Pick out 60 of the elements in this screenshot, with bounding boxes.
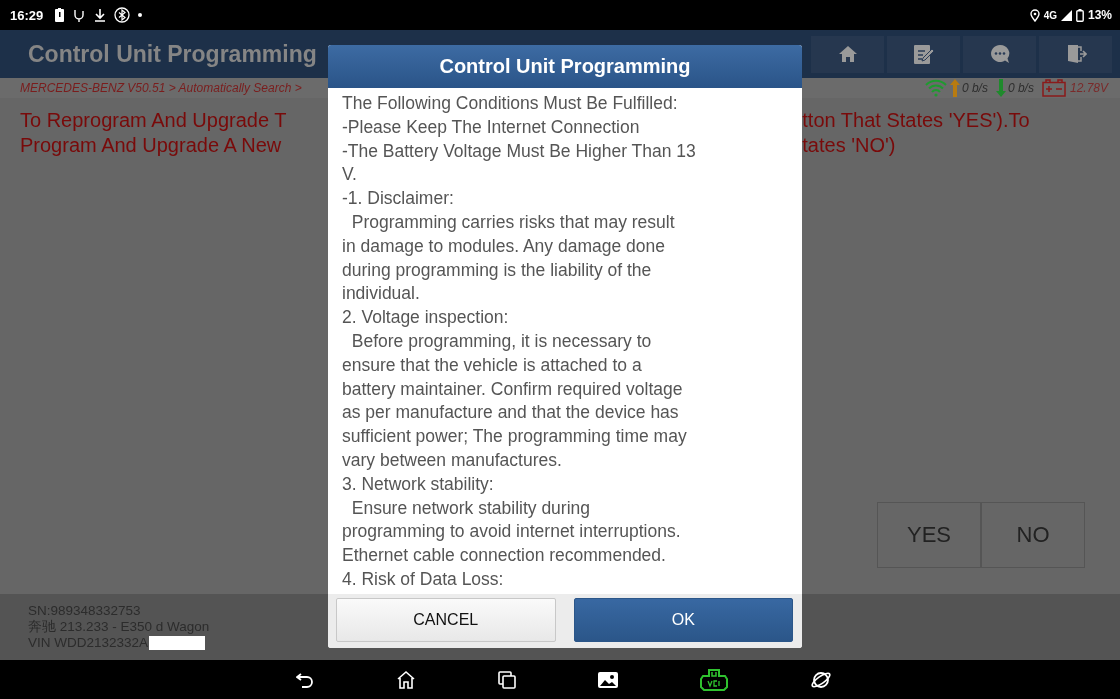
chat-button[interactable] [963,35,1036,73]
dialog-text-line: -The Battery Voltage Must Be Higher Than 13 [342,139,697,163]
dialog-text-line: 2. Voltage inspection: [342,306,510,330]
chat-icon [988,43,1011,65]
edit-icon [912,43,935,65]
gallery-icon[interactable] [598,671,618,688]
dialog-text-line: -1. Disclaimer: [342,187,455,211]
home-button[interactable] [811,35,884,73]
back-icon[interactable] [296,671,314,688]
dialog-text-line: as per manufacture and that the device has [342,401,680,425]
dialog-text-line: Ethernet cable connection recommended. [342,544,667,568]
upload-rate: 0 b/s [961,81,988,95]
dialog-text-line: Ensure network stability during [350,496,592,520]
instruction-text: Program And Upgrade A New [20,133,283,158]
page-title: Control Unit Programming [28,40,317,68]
down-arrow-icon [995,79,1006,97]
dialog-text-line: The Following Conditions Must Be Fulfilled: [342,92,679,115]
dialog-text-line: vary between manufactures. [342,448,563,472]
clock: 16:29 [10,7,44,23]
dialog-title: Control Unit Programming [328,45,802,88]
signal-icon [1060,9,1072,21]
voltage-reading: 12.78V [1069,81,1108,95]
dialog-text-line: during programming is the liability of the [342,258,653,282]
download-rate: 0 b/s [1007,81,1034,95]
edit-button[interactable] [887,35,960,73]
battery-percent: 13% [1087,8,1112,22]
home-icon[interactable] [396,669,416,690]
ok-button[interactable]: OK [573,598,793,642]
dialog-text-line: -Please Keep The Internet Connection [342,115,641,139]
battery-alert-icon [55,8,65,22]
dialog-text-line: ensure that the vehicle is attached to a [342,353,643,377]
download-icon [94,8,107,22]
dialog-text-line: V. [342,163,358,187]
instruction-text: tates 'NO') [802,133,897,158]
redaction-block [149,636,206,650]
dialog-text-line: battery maintainer. Confirm required voltage [342,377,684,401]
home-icon [837,45,858,63]
dialog-text-line: Before programming, it is necessary to [350,329,653,353]
wifi-icon [923,79,948,97]
bluetooth-icon [114,7,131,23]
cancel-button[interactable]: CANCEL [336,598,556,642]
dialog-text-line: Programming carries risks that may result [350,211,676,234]
location-icon [1029,8,1040,22]
instruction-text: To Reprogram And Upgrade T [20,108,288,133]
dialog-text-line: 3. Network stability: [342,472,495,496]
exit-button[interactable] [1039,35,1112,73]
up-arrow-icon [949,79,960,97]
dialog-text-line: in damage to modules. Any damage done [342,234,666,258]
instruction-text: tton That States 'YES').To [802,108,1031,133]
dialog-text-line: programming to avoid internet interruptions. [342,520,682,544]
battery-icon [1075,8,1084,22]
recents-icon[interactable] [498,670,516,689]
dialog-text-line: sufficient power; The programming time may [342,425,688,449]
network-type: 4G [1043,9,1057,21]
dialog-text-line: individual. [342,282,421,306]
breadcrumb: MERCEDES-BENZ V50.51 > Automatically Search > [20,81,302,95]
car-battery-icon [1041,79,1066,97]
vci-icon[interactable] [700,668,728,691]
dialog-text-line: 4. Risk of Data Loss: [342,567,505,591]
dot-icon [138,13,143,17]
